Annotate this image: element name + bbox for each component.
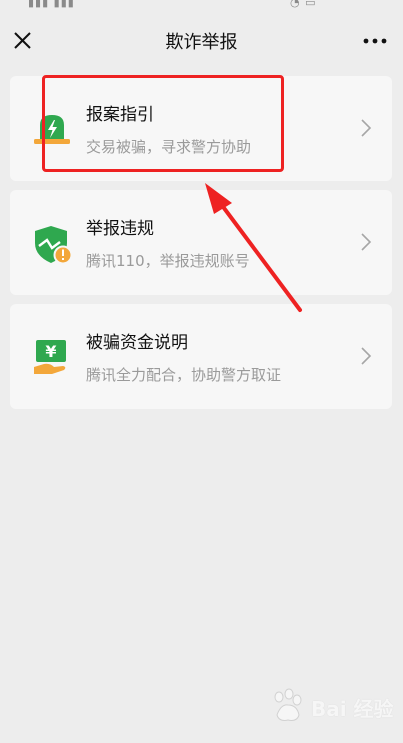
card-report-violation[interactable]: 举报违规 腾讯110，举报违规账号	[10, 190, 392, 295]
watermark: Bai 经验	[267, 685, 394, 725]
more-icon	[363, 38, 387, 44]
card-title: 被骗资金说明	[86, 333, 188, 353]
nav-bar: 欺诈举报	[0, 12, 403, 72]
card-title: 报案指引	[86, 105, 154, 125]
status-bar: ▮▮▮ ▮▮▮ ◔ ▭	[0, 0, 403, 8]
watermark-text: Bai 经验	[311, 697, 394, 721]
signal-icon: ▮▮▮ ▮▮▮	[28, 0, 75, 8]
chevron-right-icon	[361, 233, 372, 251]
chevron-right-icon	[361, 119, 372, 137]
more-button[interactable]	[361, 28, 389, 54]
paw-logo-icon	[274, 688, 302, 721]
page-title: 欺诈举报	[165, 32, 238, 53]
card-title: 举报违规	[86, 219, 154, 239]
card-report-guide[interactable]: 报案指引 交易被骗，寻求警方协助	[10, 76, 392, 181]
card-subtitle: 交易被骗，寻求警方协助	[86, 138, 252, 156]
card-subtitle: 腾讯全力配合，协助警方取证	[86, 366, 282, 384]
status-icons: ◔ ▭	[290, 0, 317, 8]
police-light-icon	[34, 115, 70, 144]
chevron-right-icon	[361, 347, 372, 365]
card-subtitle: 腾讯110，举报违规账号	[86, 252, 250, 270]
broken-shield-warning-icon	[35, 226, 73, 265]
svg-text:¥: ¥	[45, 342, 56, 361]
yuan-money-icon: ¥	[34, 340, 66, 374]
card-fund-statement[interactable]: ¥ 被骗资金说明 腾讯全力配合，协助警方取证	[10, 304, 392, 409]
